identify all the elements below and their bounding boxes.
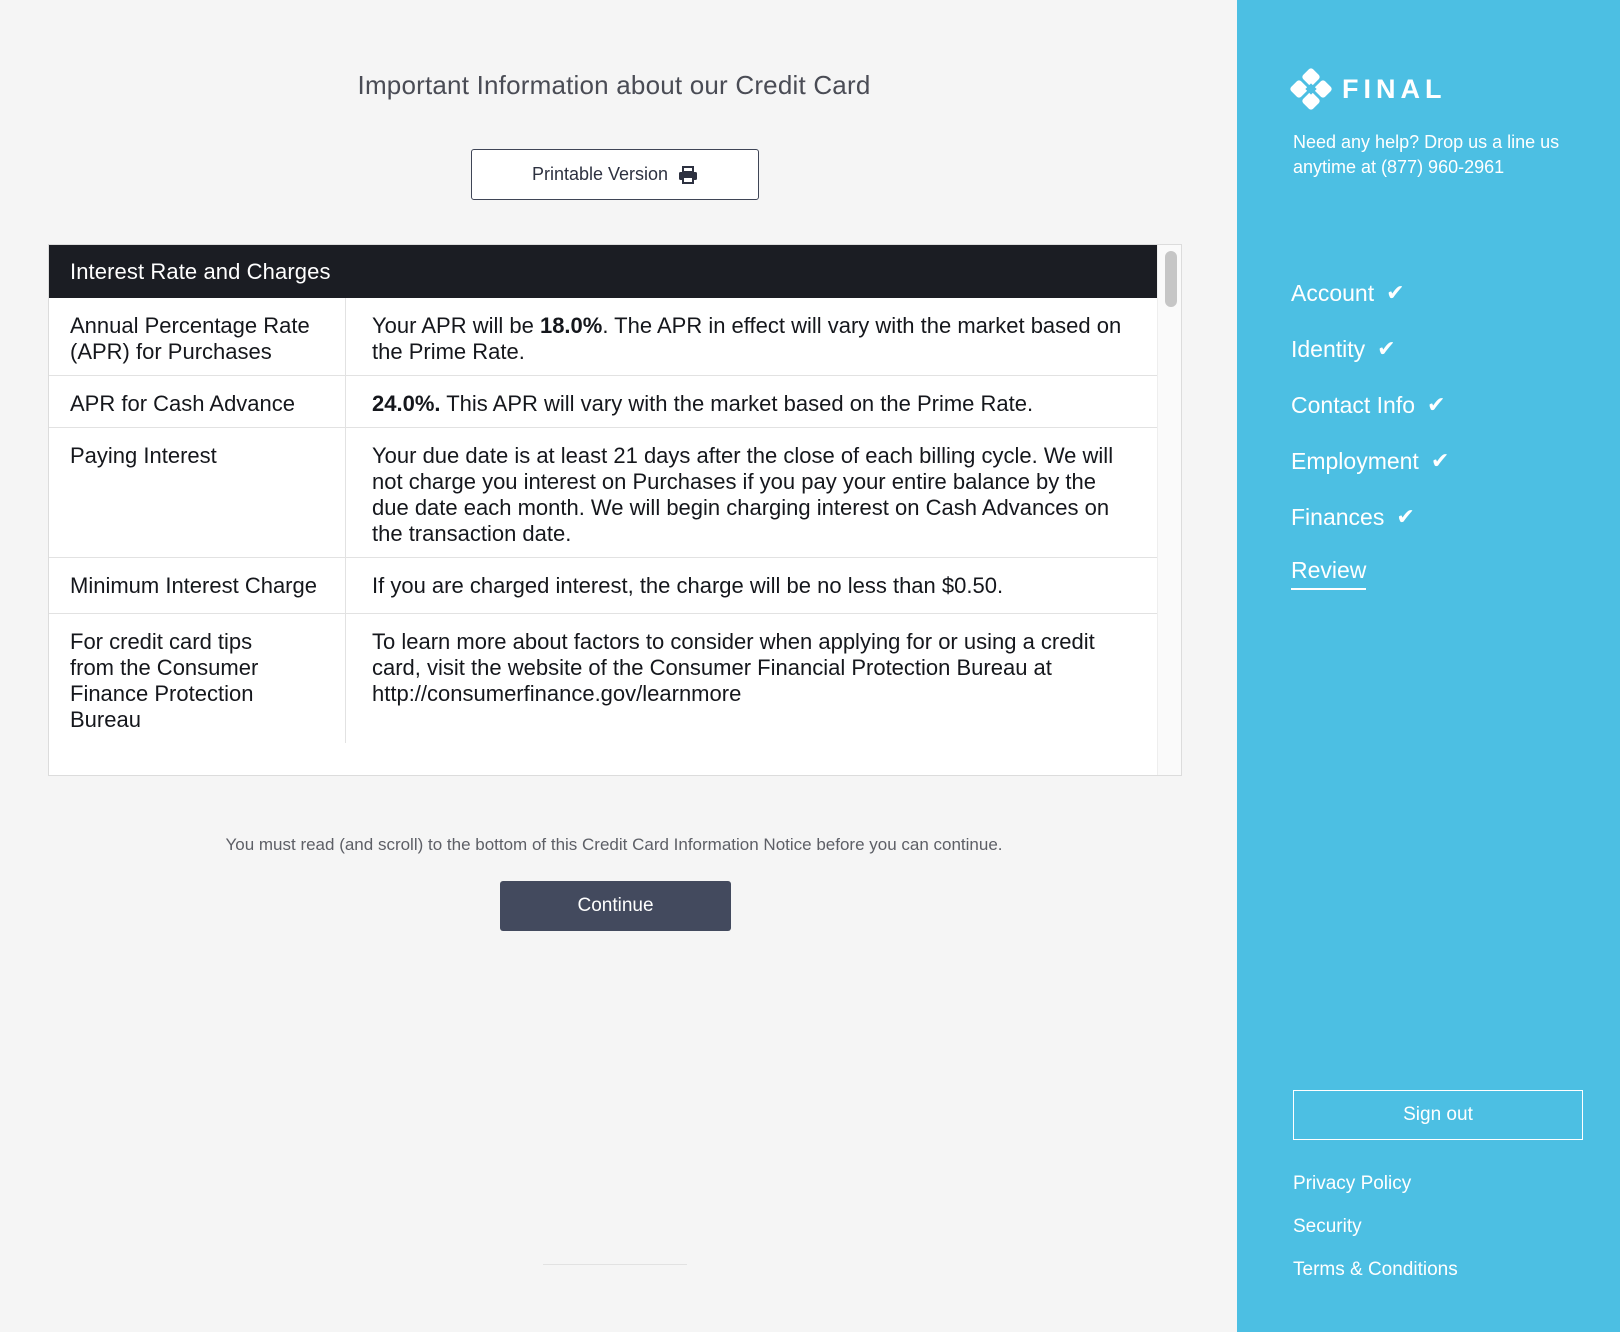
- page-title: Important Information about our Credit C…: [357, 70, 871, 100]
- continue-button[interactable]: Continue: [500, 881, 731, 931]
- divider: [543, 1264, 687, 1265]
- row-value: 24.0%. This APR will vary with the marke…: [372, 391, 1034, 416]
- nav-item-label: Contact Info: [1291, 391, 1416, 418]
- logo: FINAL: [1290, 68, 1446, 110]
- info-table: Annual Percentage Rate (APR) for Purchas…: [49, 298, 1159, 743]
- row-label: Minimum Interest Charge: [49, 558, 346, 613]
- row-label: Annual Percentage Rate (APR) for Purchas…: [49, 298, 346, 375]
- row-label: Paying Interest: [49, 428, 346, 557]
- table-row: Paying Interest Your due date is at leas…: [49, 428, 1159, 558]
- row-value: Your due date is at least 21 days after …: [372, 443, 1114, 546]
- main-content: Important Information about our Credit C…: [0, 0, 1237, 1332]
- table-row: For credit card tips from the Consumer F…: [49, 614, 1159, 743]
- printable-version-label: Printable Version: [531, 164, 669, 184]
- printable-version-button[interactable]: Printable Version: [471, 149, 759, 200]
- nav-item-finances[interactable]: Finances ✔: [1291, 489, 1449, 545]
- nav-item-label: Finances: [1291, 503, 1385, 530]
- table-row: Annual Percentage Rate (APR) for Purchas…: [49, 298, 1159, 376]
- scrollbar[interactable]: [1157, 245, 1181, 775]
- checkmark-icon: ✔: [1427, 392, 1446, 417]
- security-link[interactable]: Security: [1293, 1216, 1458, 1259]
- privacy-policy-link[interactable]: Privacy Policy: [1293, 1173, 1458, 1216]
- card-header: Interest Rate and Charges: [49, 245, 1181, 298]
- scroll-notice: You must read (and scroll) to the bottom…: [225, 835, 1003, 854]
- scroll-thumb[interactable]: [1165, 251, 1177, 307]
- nav-item-label: Account: [1291, 279, 1375, 306]
- nav-item-identity[interactable]: Identity ✔: [1291, 321, 1449, 377]
- printer-icon: [678, 165, 698, 185]
- row-value: Your APR will be 18.0%. The APR in effec…: [372, 313, 1122, 364]
- brand-name: FINAL: [1342, 73, 1447, 104]
- nav-item-review[interactable]: Review: [1291, 545, 1449, 601]
- nav-item-contact-info[interactable]: Contact Info ✔: [1291, 377, 1449, 433]
- final-logo-icon: [1290, 68, 1332, 110]
- checkmark-icon: ✔: [1377, 336, 1396, 361]
- help-text: Need any help? Drop us a line us anytime…: [1293, 132, 1560, 177]
- footer-links: Privacy Policy Security Terms & Conditio…: [1293, 1173, 1458, 1302]
- nav-item-label: Identity: [1291, 335, 1366, 362]
- checkmark-icon: ✔: [1396, 504, 1415, 529]
- credit-card-info-panel[interactable]: Interest Rate and Charges Annual Percent…: [48, 244, 1182, 776]
- row-label: APR for Cash Advance: [49, 376, 346, 427]
- checkmark-icon: ✔: [1386, 280, 1405, 305]
- row-value: If you are charged interest, the charge …: [372, 573, 1004, 598]
- nav-item-label: Employment: [1291, 447, 1419, 474]
- nav-item-account[interactable]: Account ✔: [1291, 265, 1449, 321]
- row-value: To learn more about factors to consider …: [372, 629, 1095, 706]
- sidebar: FINAL Need any help? Drop us a line us a…: [1237, 0, 1620, 1332]
- nav-item-label: Review: [1291, 557, 1367, 590]
- progress-nav: Account ✔ Identity ✔ Contact Info ✔ Empl…: [1291, 265, 1449, 601]
- row-label: For credit card tips from the Consumer F…: [49, 614, 346, 743]
- terms-conditions-link[interactable]: Terms & Conditions: [1293, 1259, 1458, 1302]
- checkmark-icon: ✔: [1430, 448, 1450, 473]
- nav-item-employment[interactable]: Employment ✔: [1291, 433, 1449, 489]
- table-row: APR for Cash Advance 24.0%. This APR wil…: [49, 376, 1159, 428]
- sign-out-button[interactable]: Sign out: [1293, 1090, 1583, 1140]
- table-row: Minimum Interest Charge If you are charg…: [49, 558, 1159, 614]
